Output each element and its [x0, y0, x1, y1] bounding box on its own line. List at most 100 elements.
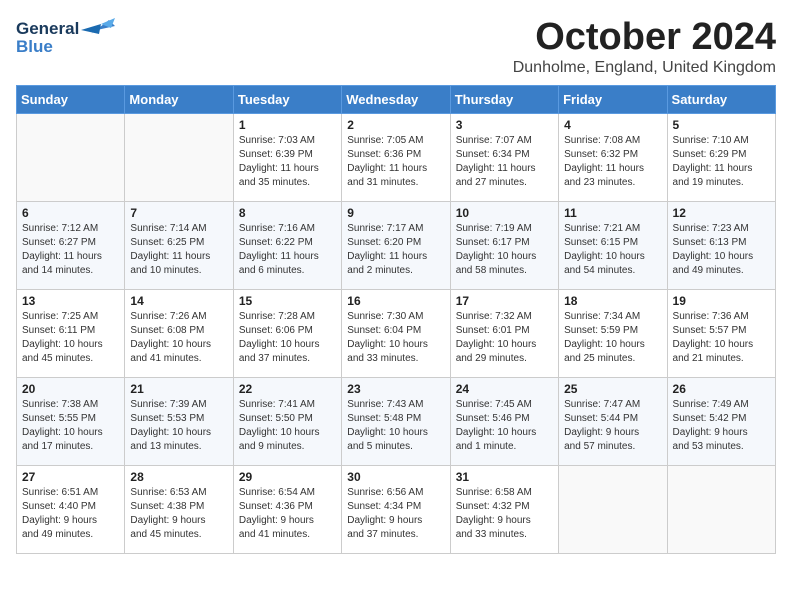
- day-number: 20: [22, 382, 119, 396]
- day-number: 30: [347, 470, 444, 484]
- page-header: General Blue October 2024 Dunholme, Engl…: [16, 16, 776, 77]
- location: Dunholme, England, United Kingdom: [513, 59, 776, 77]
- logo-blue: Blue: [16, 38, 53, 57]
- day-number: 6: [22, 206, 119, 220]
- cell-content: Sunrise: 7:10 AM Sunset: 6:29 PM Dayligh…: [673, 134, 770, 190]
- calendar-cell: [559, 466, 667, 554]
- day-number: 24: [456, 382, 553, 396]
- day-number: 23: [347, 382, 444, 396]
- day-number: 28: [130, 470, 227, 484]
- calendar-cell: 23Sunrise: 7:43 AM Sunset: 5:48 PM Dayli…: [342, 378, 450, 466]
- calendar-cell: 26 Sunrise: 7:49 AM Sunset: 5:42 PM Dayli…: [667, 378, 775, 466]
- day-number: 1: [239, 118, 336, 132]
- cell-content: Sunrise: 7:14 AM Sunset: 6:25 PM Dayligh…: [130, 222, 227, 278]
- calendar-week-row: 27 Sunrise: 6:51 AM Sunset: 4:40 PM Dayli…: [17, 466, 776, 554]
- day-number: 29: [239, 470, 336, 484]
- calendar-cell: 10Sunrise: 7:19 AM Sunset: 6:17 PM Dayli…: [450, 202, 558, 290]
- day-number: 9: [347, 206, 444, 220]
- calendar-cell: 3 Sunrise: 7:07 AM Sunset: 6:34 PM Daylig…: [450, 114, 558, 202]
- cell-content: Sunrise: 7:28 AM Sunset: 6:06 PM Dayligh…: [239, 310, 336, 366]
- calendar-cell: 13Sunrise: 7:25 AM Sunset: 6:11 PM Dayli…: [17, 290, 125, 378]
- calendar-cell: 30 Sunrise: 6:56 AM Sunset: 4:34 PM Dayli…: [342, 466, 450, 554]
- day-number: 2: [347, 118, 444, 132]
- cell-content: Sunrise: 7:41 AM Sunset: 5:50 PM Dayligh…: [239, 398, 336, 454]
- calendar-cell: 29 Sunrise: 6:54 AM Sunset: 4:36 PM Dayli…: [233, 466, 341, 554]
- cell-content: Sunrise: 7:36 AM Sunset: 5:57 PM Dayligh…: [673, 310, 770, 366]
- calendar-cell: [125, 114, 233, 202]
- calendar-header-row: SundayMondayTuesdayWednesdayThursdayFrid…: [17, 86, 776, 114]
- day-number: 12: [673, 206, 770, 220]
- cell-content: Sunrise: 7:07 AM Sunset: 6:34 PM Dayligh…: [456, 134, 553, 190]
- cell-content: Sunrise: 7:23 AM Sunset: 6:13 PM Dayligh…: [673, 222, 770, 278]
- calendar-cell: 1 Sunrise: 7:03 AM Sunset: 6:39 PM Daylig…: [233, 114, 341, 202]
- day-number: 17: [456, 294, 553, 308]
- calendar-cell: 12 Sunrise: 7:23 AM Sunset: 6:13 PM Dayli…: [667, 202, 775, 290]
- logo-general: General: [16, 20, 79, 39]
- cell-content: Sunrise: 6:56 AM Sunset: 4:34 PM Dayligh…: [347, 486, 444, 542]
- logo-bird-icon: [81, 16, 115, 42]
- calendar-cell: 14 Sunrise: 7:26 AM Sunset: 6:08 PM Dayli…: [125, 290, 233, 378]
- cell-content: Sunrise: 7:39 AM Sunset: 5:53 PM Dayligh…: [130, 398, 227, 454]
- day-number: 15: [239, 294, 336, 308]
- day-number: 22: [239, 382, 336, 396]
- calendar-cell: 19 Sunrise: 7:36 AM Sunset: 5:57 PM Dayli…: [667, 290, 775, 378]
- day-number: 18: [564, 294, 661, 308]
- day-number: 5: [673, 118, 770, 132]
- day-number: 3: [456, 118, 553, 132]
- weekday-header-wednesday: Wednesday: [342, 86, 450, 114]
- cell-content: Sunrise: 7:21 AM Sunset: 6:15 PM Dayligh…: [564, 222, 661, 278]
- cell-content: Sunrise: 7:38 AM Sunset: 5:55 PM Dayligh…: [22, 398, 119, 454]
- day-number: 7: [130, 206, 227, 220]
- calendar-cell: 28 Sunrise: 6:53 AM Sunset: 4:38 PM Dayli…: [125, 466, 233, 554]
- calendar-cell: 21 Sunrise: 7:39 AM Sunset: 5:53 PM Dayli…: [125, 378, 233, 466]
- cell-content: Sunrise: 6:53 AM Sunset: 4:38 PM Dayligh…: [130, 486, 227, 542]
- cell-content: Sunrise: 6:51 AM Sunset: 4:40 PM Dayligh…: [22, 486, 119, 542]
- day-number: 11: [564, 206, 661, 220]
- calendar-cell: 8 Sunrise: 7:16 AM Sunset: 6:22 PM Daylig…: [233, 202, 341, 290]
- calendar-cell: 24 Sunrise: 7:45 AM Sunset: 5:46 PM Dayli…: [450, 378, 558, 466]
- calendar-cell: 15 Sunrise: 7:28 AM Sunset: 6:06 PM Dayli…: [233, 290, 341, 378]
- cell-content: Sunrise: 6:54 AM Sunset: 4:36 PM Dayligh…: [239, 486, 336, 542]
- cell-content: Sunrise: 7:16 AM Sunset: 6:22 PM Dayligh…: [239, 222, 336, 278]
- weekday-header-thursday: Thursday: [450, 86, 558, 114]
- cell-content: Sunrise: 7:25 AM Sunset: 6:11 PM Dayligh…: [22, 310, 119, 366]
- weekday-header-friday: Friday: [559, 86, 667, 114]
- weekday-header-tuesday: Tuesday: [233, 86, 341, 114]
- cell-content: Sunrise: 7:03 AM Sunset: 6:39 PM Dayligh…: [239, 134, 336, 190]
- day-number: 10: [456, 206, 553, 220]
- cell-content: Sunrise: 7:32 AM Sunset: 6:01 PM Dayligh…: [456, 310, 553, 366]
- calendar-table: SundayMondayTuesdayWednesdayThursdayFrid…: [16, 85, 776, 554]
- calendar-cell: 31 Sunrise: 6:58 AM Sunset: 4:32 PM Dayli…: [450, 466, 558, 554]
- cell-content: Sunrise: 7:26 AM Sunset: 6:08 PM Dayligh…: [130, 310, 227, 366]
- calendar-cell: 25Sunrise: 7:47 AM Sunset: 5:44 PM Dayli…: [559, 378, 667, 466]
- month-title: October 2024: [513, 16, 776, 59]
- cell-content: Sunrise: 7:49 AM Sunset: 5:42 PM Dayligh…: [673, 398, 770, 454]
- logo: General Blue: [16, 16, 115, 57]
- calendar-cell: 16Sunrise: 7:30 AM Sunset: 6:04 PM Dayli…: [342, 290, 450, 378]
- cell-content: Sunrise: 7:08 AM Sunset: 6:32 PM Dayligh…: [564, 134, 661, 190]
- cell-content: Sunrise: 7:05 AM Sunset: 6:36 PM Dayligh…: [347, 134, 444, 190]
- day-number: 8: [239, 206, 336, 220]
- calendar-week-row: 13Sunrise: 7:25 AM Sunset: 6:11 PM Dayli…: [17, 290, 776, 378]
- calendar-cell: [667, 466, 775, 554]
- cell-content: Sunrise: 6:58 AM Sunset: 4:32 PM Dayligh…: [456, 486, 553, 542]
- cell-content: Sunrise: 7:34 AM Sunset: 5:59 PM Dayligh…: [564, 310, 661, 366]
- calendar-cell: 7 Sunrise: 7:14 AM Sunset: 6:25 PM Daylig…: [125, 202, 233, 290]
- title-block: October 2024 Dunholme, England, United K…: [513, 16, 776, 77]
- day-number: 19: [673, 294, 770, 308]
- calendar-cell: 6 Sunrise: 7:12 AM Sunset: 6:27 PM Daylig…: [17, 202, 125, 290]
- cell-content: Sunrise: 7:45 AM Sunset: 5:46 PM Dayligh…: [456, 398, 553, 454]
- day-number: 16: [347, 294, 444, 308]
- day-number: 21: [130, 382, 227, 396]
- day-number: 26: [673, 382, 770, 396]
- day-number: 31: [456, 470, 553, 484]
- calendar-cell: 2 Sunrise: 7:05 AM Sunset: 6:36 PM Daylig…: [342, 114, 450, 202]
- calendar-cell: 20 Sunrise: 7:38 AM Sunset: 5:55 PM Dayli…: [17, 378, 125, 466]
- day-number: 27: [22, 470, 119, 484]
- calendar-week-row: 6 Sunrise: 7:12 AM Sunset: 6:27 PM Daylig…: [17, 202, 776, 290]
- cell-content: Sunrise: 7:12 AM Sunset: 6:27 PM Dayligh…: [22, 222, 119, 278]
- day-number: 14: [130, 294, 227, 308]
- calendar-week-row: 20 Sunrise: 7:38 AM Sunset: 5:55 PM Dayli…: [17, 378, 776, 466]
- calendar-cell: [17, 114, 125, 202]
- weekday-header-monday: Monday: [125, 86, 233, 114]
